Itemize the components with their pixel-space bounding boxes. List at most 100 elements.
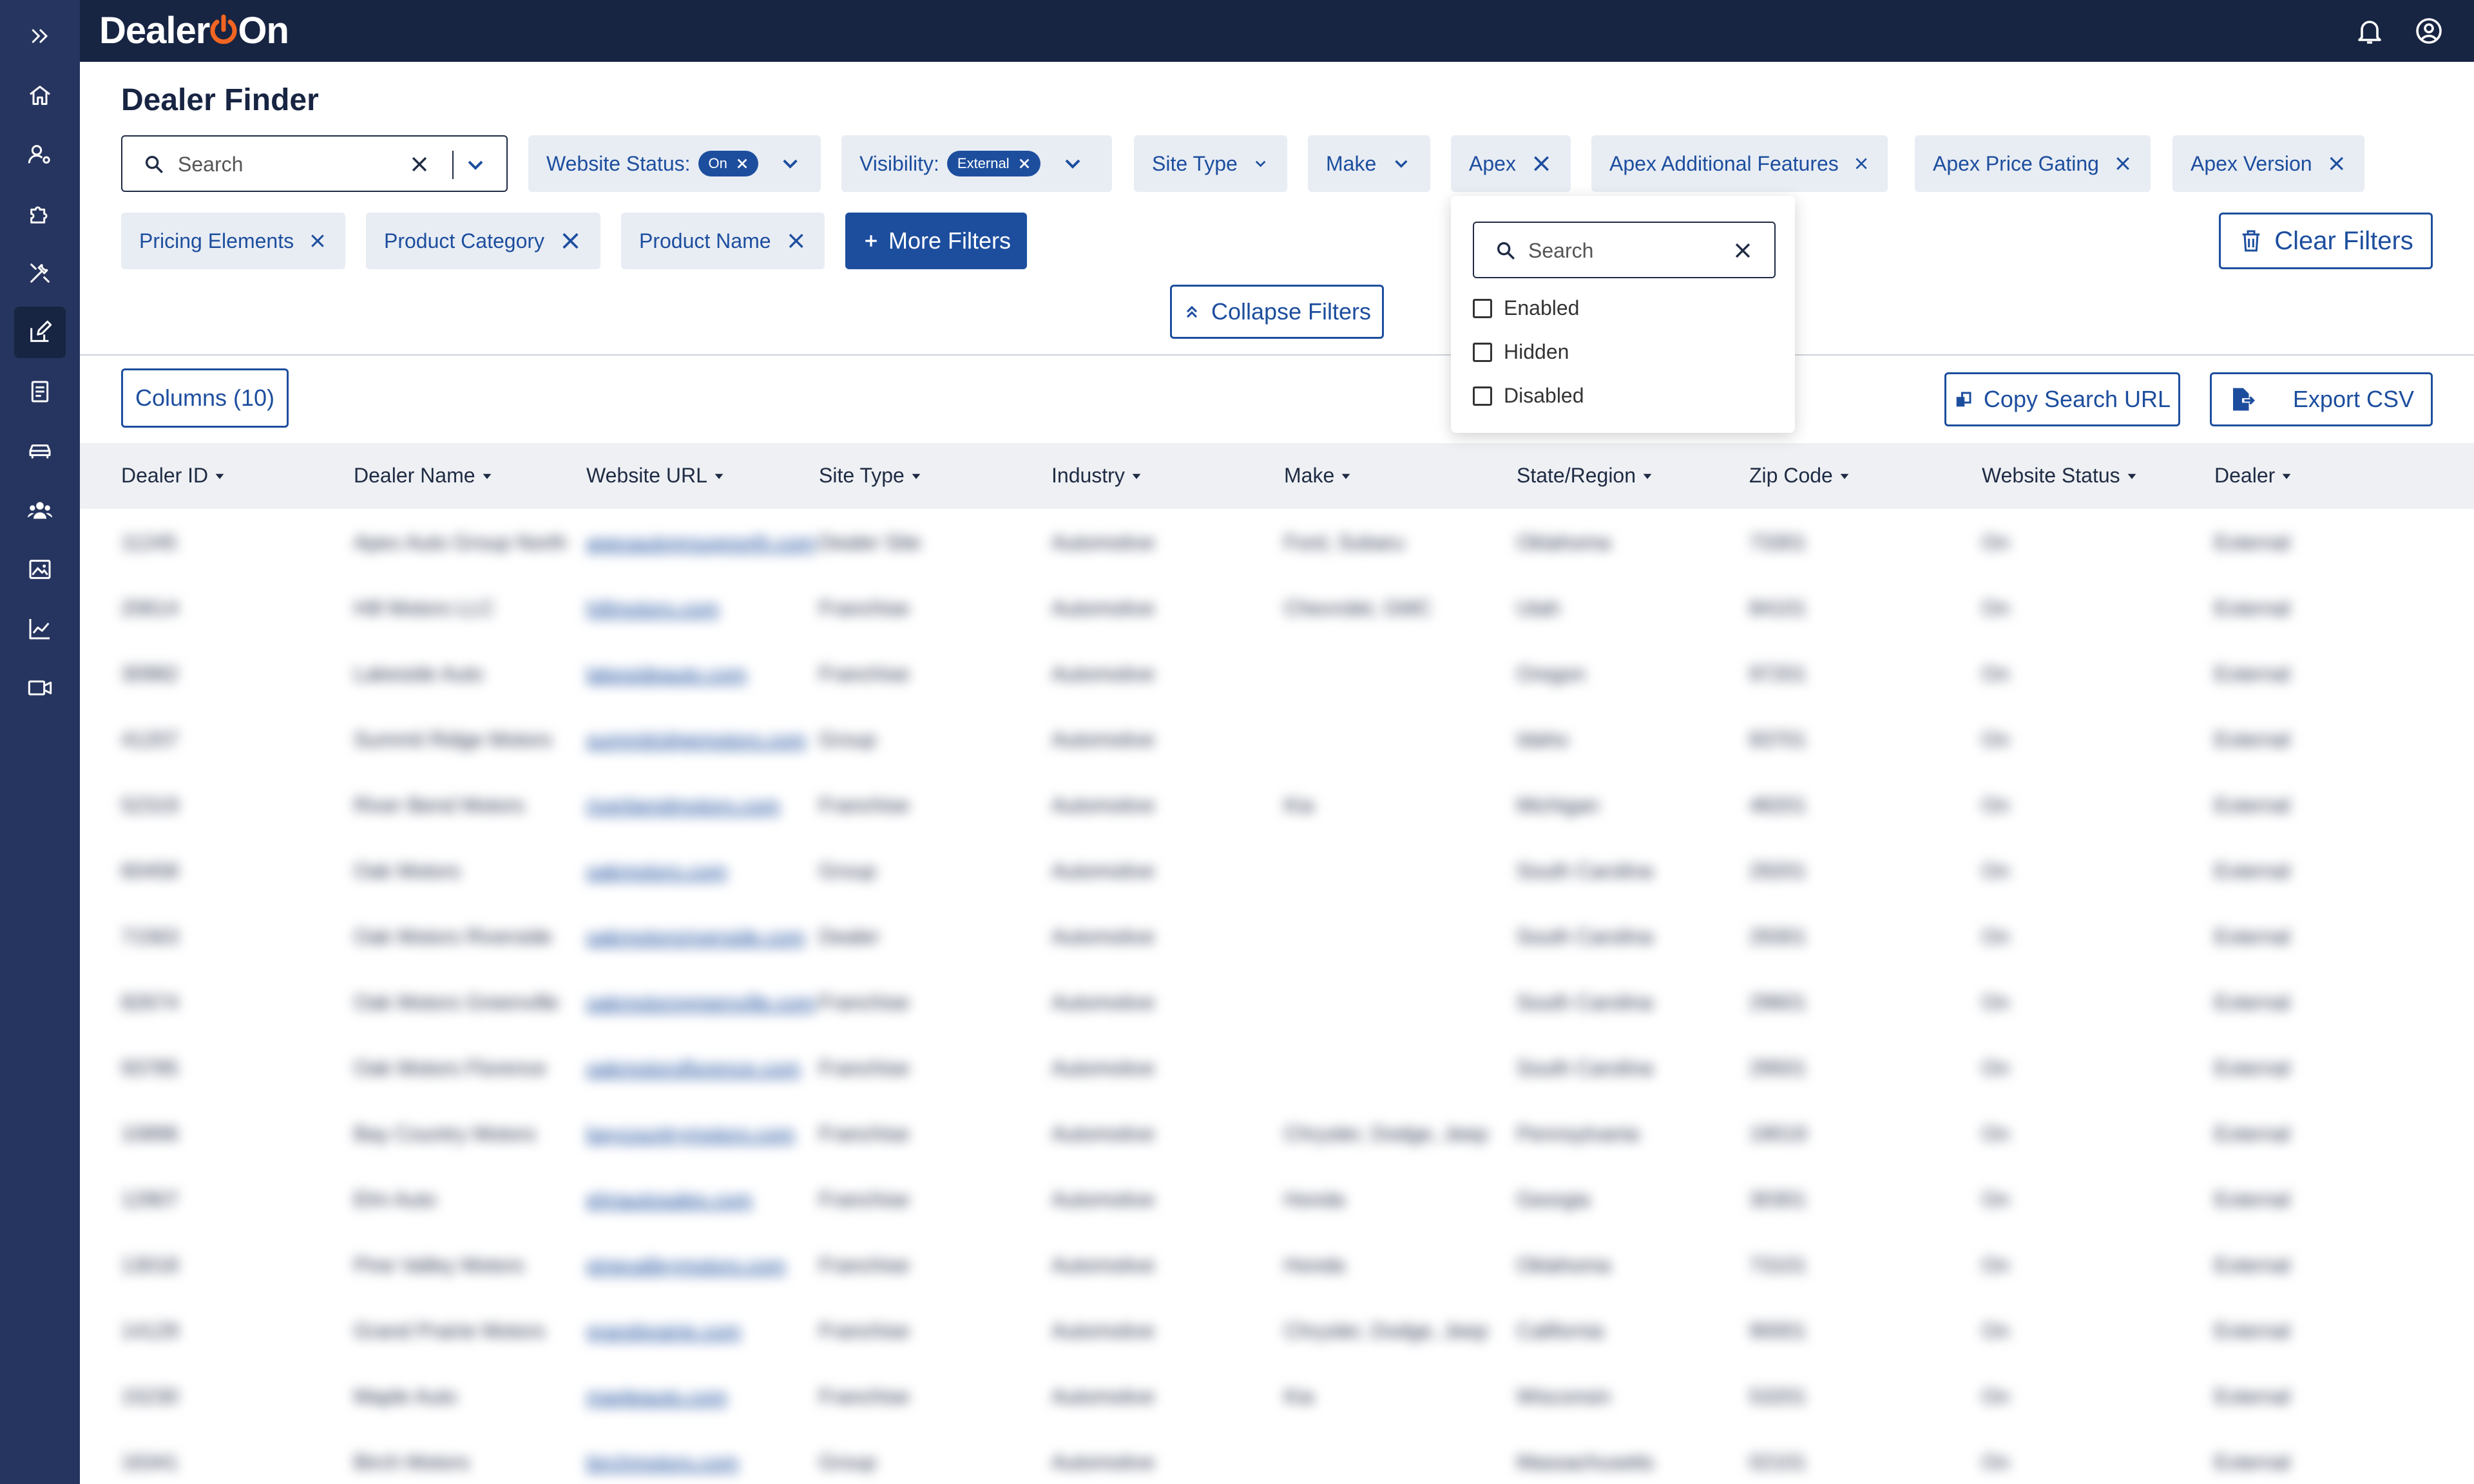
table-cell: External bbox=[2214, 925, 2290, 948]
table-cell: Automotive bbox=[1051, 925, 1155, 948]
table-row[interactable]: 10896 Bay Country Motors baycountrymotors.… bbox=[80, 1100, 2474, 1166]
table-cell[interactable]: grandprairie.com bbox=[586, 1319, 741, 1343]
filter-product-name[interactable]: Product Name bbox=[621, 213, 825, 269]
disabled-checkbox[interactable] bbox=[1473, 386, 1492, 406]
column-header[interactable]: Dealer ID bbox=[121, 464, 225, 488]
table-row[interactable]: 13018 Pine Valley Motors pinevalleymotors.… bbox=[80, 1232, 2474, 1297]
column-header[interactable]: Website URL bbox=[586, 464, 724, 488]
table-row[interactable]: 12907 Elm Auto elmautosales.com Franchise Au… bbox=[80, 1166, 2474, 1232]
table-cell[interactable]: riverbendmotors.com bbox=[586, 794, 780, 817]
more-filters-button[interactable]: More Filters bbox=[845, 213, 1027, 269]
visibility-value-pill[interactable]: External bbox=[946, 151, 1040, 176]
filter-apex[interactable]: Apex bbox=[1451, 135, 1571, 192]
column-header[interactable]: Zip Code bbox=[1749, 464, 1850, 488]
column-header[interactable]: Industry bbox=[1051, 464, 1142, 488]
puzzle-icon[interactable] bbox=[14, 188, 66, 240]
option-enabled[interactable]: Enabled bbox=[1473, 296, 1579, 320]
table-cell[interactable]: summitridgemotors.com bbox=[586, 728, 806, 752]
chevron-down-icon bbox=[783, 159, 798, 169]
table-cell[interactable]: baycountrymotors.com bbox=[586, 1122, 795, 1146]
table-cell[interactable]: oakmotorsgreenville.com bbox=[586, 991, 816, 1014]
table-cell: 29501 bbox=[1749, 1056, 1807, 1080]
table-row[interactable]: 30982 Lakeside Auto lakesideauto.com Franch… bbox=[80, 640, 2474, 706]
dropdown-search-input[interactable] bbox=[1528, 234, 1721, 267]
table-cell: External bbox=[2214, 1451, 2290, 1474]
filter-site-type[interactable]: Site Type bbox=[1134, 135, 1287, 192]
option-disabled[interactable]: Disabled bbox=[1473, 384, 1584, 408]
document-icon[interactable] bbox=[14, 366, 66, 417]
chart-icon[interactable] bbox=[14, 603, 66, 654]
search-icon bbox=[143, 153, 165, 175]
table-cell[interactable]: pinevalleymotors.com bbox=[586, 1253, 785, 1277]
filter-apex-price-gating[interactable]: Apex Price Gating bbox=[1915, 135, 2151, 192]
clear-dropdown-search-icon[interactable] bbox=[1732, 240, 1754, 262]
table-cell[interactable]: apexautogroupnorth.com bbox=[586, 531, 816, 555]
hidden-checkbox[interactable] bbox=[1473, 342, 1492, 362]
table-cell: 02101 bbox=[1749, 1451, 1807, 1474]
filter-apex-version[interactable]: Apex Version bbox=[2172, 135, 2364, 192]
table-row[interactable]: 14129 Grand Prairie Motors grandprairie.co… bbox=[80, 1297, 2474, 1363]
clear-search-icon[interactable] bbox=[408, 153, 430, 175]
table-cell[interactable]: birchmotors.com bbox=[586, 1451, 739, 1474]
column-header[interactable]: State/Region bbox=[1517, 464, 1653, 488]
table-row[interactable]: 41207 Summit Ridge Motors summitridgemotor… bbox=[80, 706, 2474, 772]
chevron-down-icon[interactable] bbox=[463, 152, 488, 178]
table-cell[interactable]: hillmotors.com bbox=[586, 596, 719, 620]
table-cell: On bbox=[1982, 1451, 2009, 1474]
column-header[interactable]: Make bbox=[1284, 464, 1351, 488]
image-icon[interactable] bbox=[14, 544, 66, 595]
collapse-filters-button[interactable]: Collapse Filters bbox=[1170, 285, 1384, 339]
edit-icon[interactable] bbox=[14, 307, 66, 358]
filter-apex-additional-features[interactable]: Apex Additional Features bbox=[1591, 135, 1888, 192]
table-row[interactable]: 20614 Hill Motors LLC hillmotors.com Franch… bbox=[80, 575, 2474, 640]
columns-button[interactable]: Columns (10) bbox=[121, 368, 289, 428]
close-icon bbox=[1534, 156, 1549, 171]
column-header[interactable]: Dealer bbox=[2214, 464, 2292, 488]
column-header[interactable]: Dealer Name bbox=[354, 464, 492, 488]
table-cell: On bbox=[1982, 1385, 2009, 1408]
table-cell[interactable]: oakmotorsriverside.com bbox=[586, 925, 805, 949]
table-cell[interactable]: oakmotors.com bbox=[586, 859, 727, 883]
filter-visibility[interactable]: Visibility: External bbox=[841, 135, 1112, 192]
video-icon[interactable] bbox=[14, 662, 66, 714]
table-cell[interactable]: oakmotorsflorence.com bbox=[586, 1056, 801, 1080]
table-cell: On bbox=[1982, 662, 2009, 685]
column-header[interactable]: Website Status bbox=[1982, 464, 2137, 488]
table-cell[interactable]: lakesideauto.com bbox=[586, 662, 747, 686]
filter-website-status[interactable]: Website Status: On bbox=[528, 135, 821, 192]
table-row[interactable]: 93785 Oak Motors Florence oakmotorsflorenc… bbox=[80, 1034, 2474, 1100]
filter-pricing-elements[interactable]: Pricing Elements bbox=[121, 213, 345, 269]
filter-product-category[interactable]: Product Category bbox=[366, 213, 600, 269]
table-cell[interactable]: elmautosales.com bbox=[586, 1188, 753, 1212]
option-hidden[interactable]: Hidden bbox=[1473, 340, 1569, 364]
column-header[interactable]: Site Type bbox=[819, 464, 921, 488]
filter-make[interactable]: Make bbox=[1308, 135, 1430, 192]
table-cell: Chrysler, Dodge, Jeep bbox=[1284, 1319, 1488, 1342]
dealeron-logo[interactable]: Dealer On bbox=[99, 9, 289, 52]
table-cell: External bbox=[2214, 1385, 2290, 1408]
expand-icon[interactable] bbox=[14, 10, 66, 62]
table-cell[interactable]: mapleauto.com bbox=[586, 1385, 727, 1409]
tools-icon[interactable] bbox=[14, 247, 66, 299]
table-row[interactable]: 52319 River Bend Motors riverbendmotors.co… bbox=[80, 772, 2474, 837]
users-icon[interactable] bbox=[14, 484, 66, 536]
table-row[interactable]: 16341 Birch Motors birchmotors.com Group Aut… bbox=[80, 1429, 2474, 1484]
table-row[interactable]: 71563 Oak Motors Riverside oakmotorsrivers… bbox=[80, 903, 2474, 969]
table-cell: Oak Motors Florence bbox=[354, 1056, 546, 1080]
enabled-checkbox[interactable] bbox=[1473, 298, 1492, 318]
table-cell: Automotive bbox=[1051, 1253, 1155, 1277]
table-row[interactable]: 11245 Apex Auto Group North apexautogroupn… bbox=[80, 509, 2474, 575]
table-row[interactable]: 60458 Oak Motors oakmotors.com Group Automot… bbox=[80, 837, 2474, 903]
copy-search-url-button[interactable]: Copy Search URL bbox=[1944, 372, 2180, 426]
export-csv-button[interactable]: Export CSV bbox=[2210, 372, 2433, 426]
website-status-value-pill[interactable]: On bbox=[698, 151, 758, 176]
account-icon[interactable] bbox=[2413, 15, 2444, 46]
bell-icon[interactable] bbox=[2354, 15, 2385, 46]
user-settings-icon[interactable] bbox=[14, 129, 66, 180]
car-icon[interactable] bbox=[14, 425, 66, 477]
home-icon[interactable] bbox=[14, 70, 66, 121]
table-row[interactable]: 82674 Oak Motors Greenville oakmotorsgreen… bbox=[80, 969, 2474, 1034]
table-row[interactable]: 15230 Maple Auto mapleauto.com Franchise Aut… bbox=[80, 1363, 2474, 1429]
clear-filters-button[interactable]: Clear Filters bbox=[2219, 213, 2433, 269]
search-input[interactable] bbox=[178, 148, 397, 180]
